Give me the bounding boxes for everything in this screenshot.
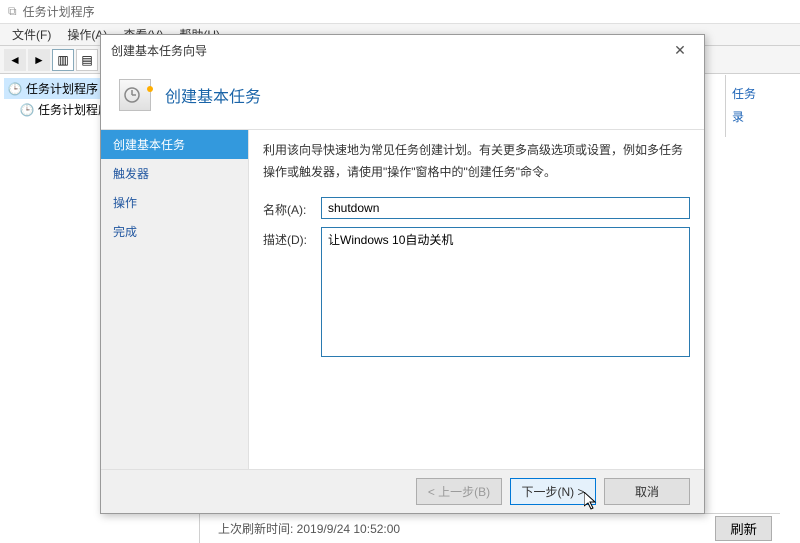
description-textarea[interactable]: [321, 227, 690, 357]
app-icon: ⧉: [8, 4, 17, 19]
wizard-nav: 创建基本任务 触发器 操作 完成: [101, 130, 249, 469]
wizard-nav-step-basic[interactable]: 创建基本任务: [101, 130, 248, 159]
toolbar-pane2-button[interactable]: ▤: [76, 49, 98, 71]
back-button: < 上一步(B): [416, 478, 502, 505]
clock-icon: 🕒: [8, 82, 22, 96]
wizard-nav-step-trigger[interactable]: 触发器: [101, 159, 248, 188]
next-button[interactable]: 下一步(N) >: [510, 478, 596, 505]
actions-item-task[interactable]: 任务: [732, 83, 794, 106]
name-input[interactable]: [321, 197, 690, 219]
wizard-nav-step-action[interactable]: 操作: [101, 188, 248, 217]
wizard-titlebar: 创建基本任务向导 ✕: [101, 35, 704, 65]
toolbar-pane1-button[interactable]: ▥: [52, 49, 74, 71]
actions-panel: 任务 录: [725, 75, 800, 137]
actions-item-record[interactable]: 录: [732, 106, 794, 129]
form-row-description: 描述(D):: [263, 227, 690, 357]
wizard-content: 利用该向导快速地为常见任务创建计划。有关更多高级选项或设置，例如多任务操作或触发…: [249, 130, 704, 469]
form-row-name: 名称(A):: [263, 197, 690, 219]
wizard-footer: < 上一步(B) 下一步(N) > 取消: [101, 469, 704, 513]
close-icon[interactable]: ✕: [666, 42, 694, 59]
refresh-button[interactable]: 刷新: [715, 516, 772, 541]
toolbar-forward-button[interactable]: ►: [28, 49, 50, 71]
wizard-body: 创建基本任务 触发器 操作 完成 利用该向导快速地为常见任务创建计划。有关更多高…: [101, 130, 704, 469]
description-label: 描述(D):: [263, 227, 321, 248]
app-title: 任务计划程序: [23, 3, 95, 20]
status-bar: 上次刷新时间: 2019/9/24 10:52:00 刷新: [210, 513, 780, 543]
wizard-window-title: 创建基本任务向导: [111, 42, 207, 59]
wizard-header-title: 创建基本任务: [165, 83, 261, 107]
wizard-nav-step-finish[interactable]: 完成: [101, 217, 248, 246]
toolbar-back-button[interactable]: ◄: [4, 49, 26, 71]
app-titlebar: ⧉ 任务计划程序: [0, 0, 800, 24]
last-refresh-label: 上次刷新时间: 2019/9/24 10:52:00: [218, 520, 400, 537]
wizard-dialog: 创建基本任务向导 ✕ 创建基本任务 创建基本任务 触发器 操作 完成 利用该向导…: [100, 34, 705, 514]
cancel-button[interactable]: 取消: [604, 478, 690, 505]
wizard-description: 利用该向导快速地为常见任务创建计划。有关更多高级选项或设置，例如多任务操作或触发…: [263, 140, 690, 183]
wizard-header: 创建基本任务: [101, 65, 704, 130]
folder-icon: 🕒: [20, 103, 34, 117]
wizard-header-icon: [119, 79, 151, 111]
menu-file[interactable]: 文件(F): [4, 24, 59, 45]
name-label: 名称(A):: [263, 197, 321, 218]
